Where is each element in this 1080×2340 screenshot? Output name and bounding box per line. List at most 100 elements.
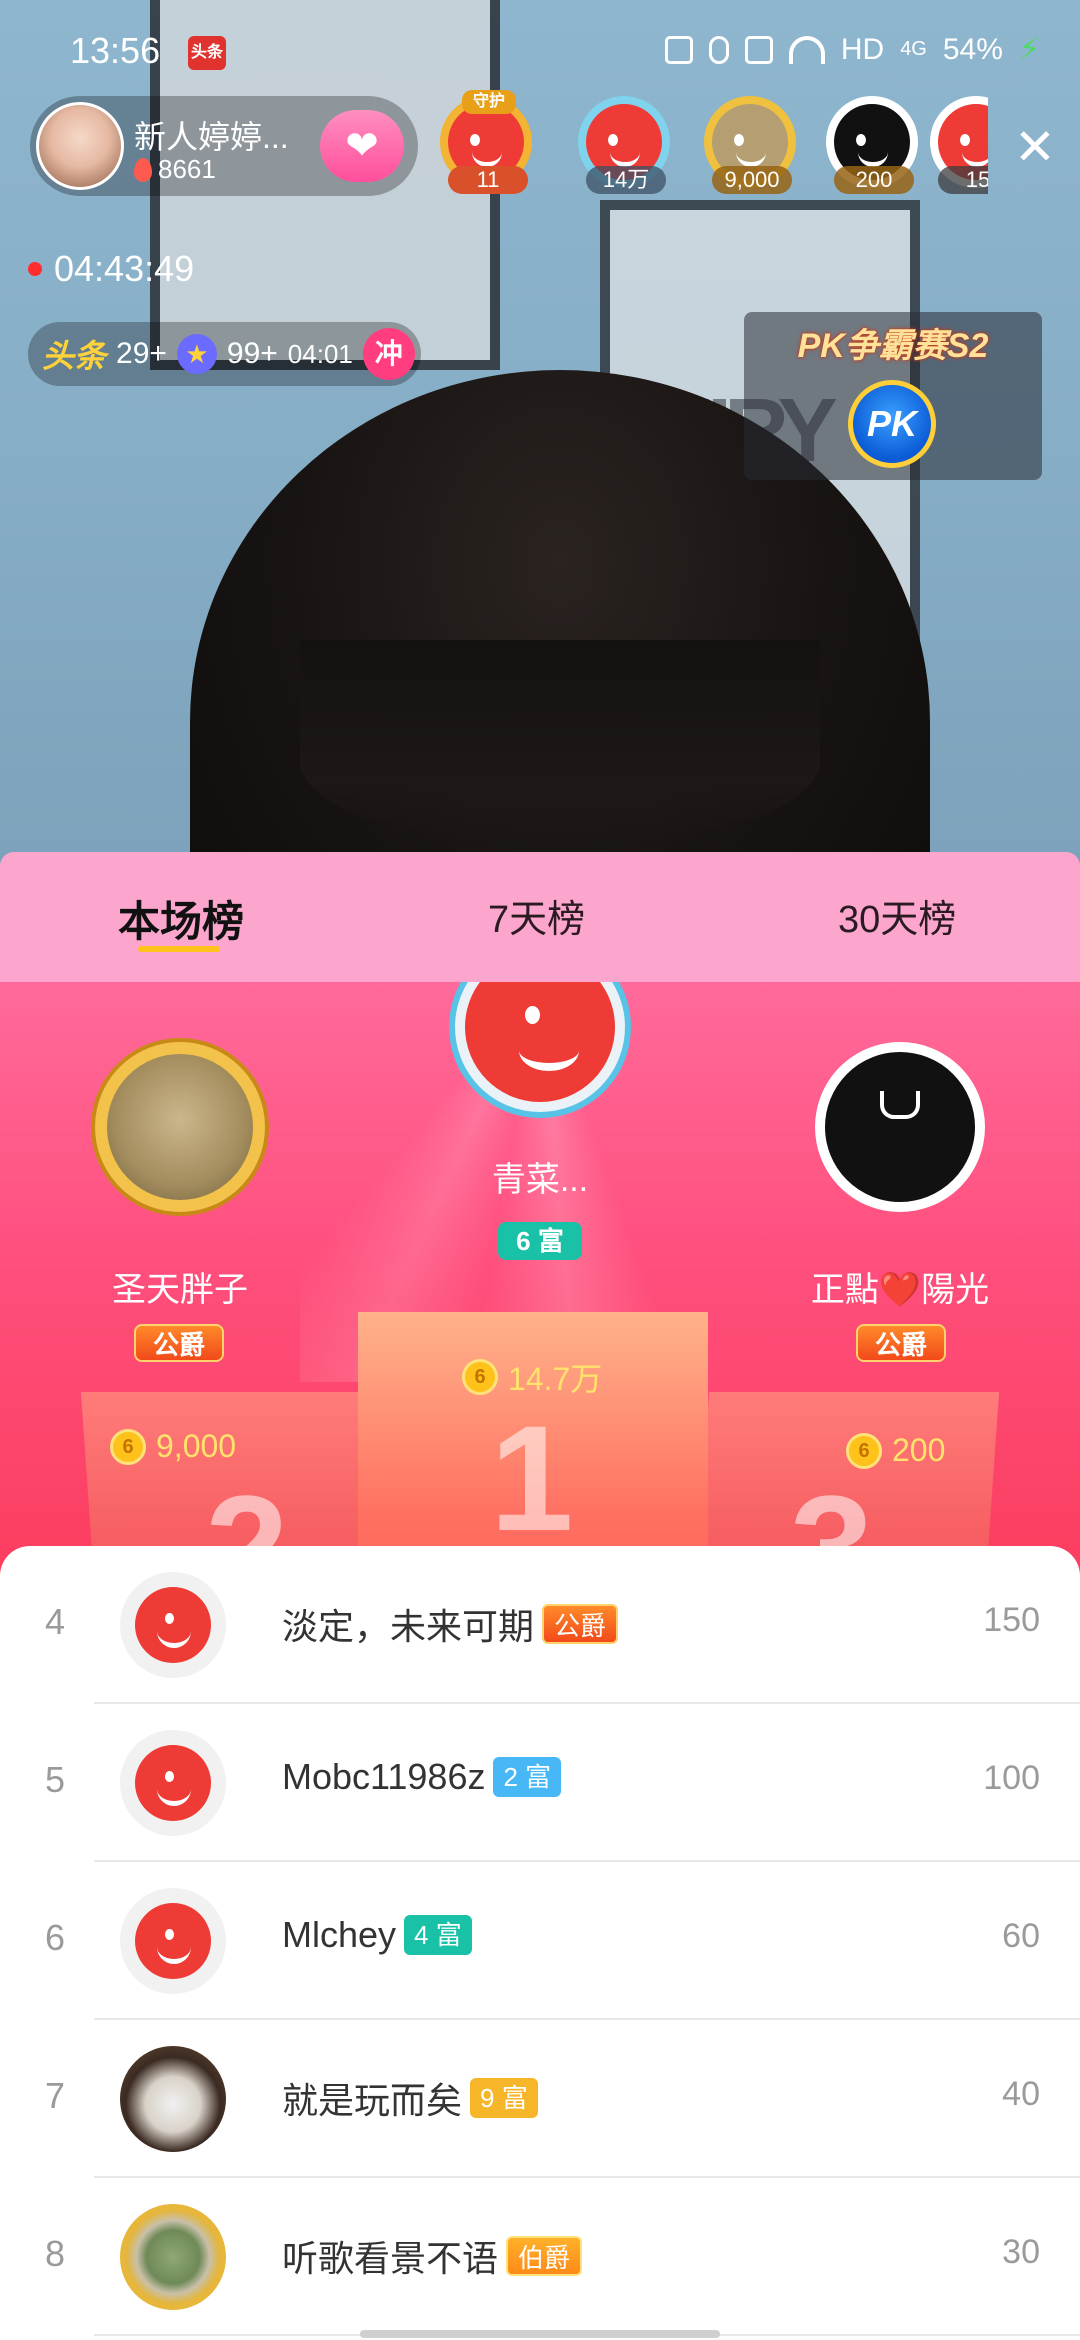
tab-7-days[interactable]: 7天榜 — [488, 888, 585, 943]
list-item[interactable]: 7 就是玩而矣 9 富 40 — [0, 2020, 1080, 2178]
podium-third-score: 6 200 — [846, 1432, 945, 1469]
charging-icon: ⚡ — [1018, 33, 1040, 66]
user-level-badge: 伯爵 — [506, 2236, 583, 2276]
user-name: Mlchey — [282, 1914, 397, 1955]
star-count: 99+ — [226, 337, 278, 370]
podium-second-score-value: 9,000 — [156, 1428, 237, 1464]
host-info-card[interactable]: 新人婷婷... 8661 ❤ — [30, 96, 418, 196]
podium-third-level: 公爵 — [856, 1324, 946, 1362]
user-name-line: 淡定，未来可期 公爵 — [282, 1598, 619, 1650]
audience-badge: 200 — [834, 166, 914, 194]
audience-avatar[interactable]: 14万 — [578, 96, 674, 196]
podium-second-level: 公爵 — [134, 1324, 224, 1362]
rank-tabs: 本场榜 7天榜 30天榜 — [0, 852, 1080, 982]
list-item[interactable]: 8 听歌看景不语 伯爵 30 — [0, 2178, 1080, 2336]
user-avatar[interactable] — [120, 1888, 226, 1994]
podium-number-1: 1 — [490, 1394, 574, 1562]
audience-avatar[interactable]: 200 — [826, 96, 922, 196]
status-time: 13:56 — [70, 30, 161, 71]
user-score: 40 — [1002, 2075, 1040, 2113]
host-popularity: 8661 — [134, 154, 216, 185]
host-avatar[interactable] — [36, 102, 124, 190]
audience-avatar[interactable]: 15 — [930, 96, 988, 196]
podium-third-avatar[interactable] — [815, 1042, 985, 1212]
user-name: Mobc11986z — [282, 1756, 486, 1797]
network-hd-label: HD — [840, 32, 885, 66]
rank-number: 7 — [44, 2075, 66, 2116]
user-score: 30 — [1002, 2233, 1040, 2271]
pk-contest-widget[interactable]: PK争霸赛S2 PK — [744, 312, 1042, 480]
podium-first-level: 6 富 — [498, 1222, 582, 1260]
user-name-line: Mobc11986z 2 富 — [282, 1756, 562, 1798]
star-icon: ★ — [176, 334, 217, 374]
audience-avatar-guard[interactable]: 守护 11 — [440, 90, 536, 196]
user-avatar[interactable] — [120, 1572, 226, 1678]
user-name: 就是玩而矣 — [282, 2080, 463, 2121]
user-name: 听歌看景不语 — [282, 2238, 499, 2279]
user-level-badge: 4 富 — [404, 1915, 472, 1955]
list-item[interactable]: 4 淡定，未来可期 公爵 150 — [0, 1546, 1080, 1704]
list-item[interactable]: 5 Mobc11986z 2 富 100 — [0, 1704, 1080, 1862]
tab-this-session[interactable]: 本场榜 — [118, 888, 244, 949]
wifi-icon — [788, 35, 825, 64]
audience-badge: 11 — [448, 166, 528, 194]
wink-avatar-icon — [135, 1587, 211, 1663]
user-name-line: 听歌看景不语 伯爵 — [282, 2230, 583, 2282]
user-avatar[interactable] — [120, 2204, 226, 2310]
podium-second-avatar[interactable] — [95, 1042, 265, 1212]
pk-contest-title: PK争霸赛S2 — [797, 327, 989, 365]
user-avatar[interactable] — [120, 1730, 226, 1836]
podium-second-score: 6 9,000 — [110, 1428, 236, 1465]
user-score: 150 — [983, 1601, 1040, 1639]
toutiao-count: 29+ — [116, 337, 167, 370]
signal-label: 4G — [900, 38, 927, 60]
rush-button[interactable]: 冲 — [362, 328, 415, 380]
coin-icon: 6 — [846, 1432, 882, 1469]
user-level-badge: 9 富 — [470, 2078, 538, 2118]
status-bar: 13:56 头条 HD 4G 54% ⚡ — [0, 0, 1080, 100]
recording-dot-icon — [28, 262, 42, 276]
podium-first-score: 6 14.7万 — [462, 1354, 602, 1400]
camera-icon — [744, 35, 773, 64]
pk-button[interactable]: PK — [848, 380, 936, 468]
home-indicator[interactable] — [360, 2330, 720, 2338]
user-level-badge: 公爵 — [542, 1604, 619, 1644]
live-tags-bar[interactable]: 头条 29+ ★ 99+ 04:01 冲 — [28, 322, 421, 386]
podium-second-name: 圣天胖子 — [112, 1271, 248, 1309]
podium-third-score-value: 200 — [892, 1432, 946, 1468]
user-score: 100 — [983, 1759, 1040, 1797]
audience-badge: 9,000 — [712, 166, 792, 194]
status-icons: HD 4G 54% ⚡ — [664, 32, 1040, 67]
podium-section: 2 1 3 青菜... 6 富 6 14.7万 圣天胖子 公爵 6 9,000 … — [0, 982, 1080, 1602]
audience-avatar[interactable]: 9,000 — [704, 96, 800, 196]
tab-30-days[interactable]: 30天榜 — [838, 888, 956, 943]
vibrate-icon — [664, 35, 693, 64]
heart-icon: ❤ — [345, 124, 379, 168]
follow-heart-button[interactable]: ❤ — [320, 110, 404, 182]
podium-first-score-value: 14.7万 — [508, 1361, 603, 1397]
ranking-list: 4 淡定，未来可期 公爵 150 5 Mobc11986z 2 富 100 6 … — [0, 1546, 1080, 2340]
user-name-line: 就是玩而矣 9 富 — [282, 2072, 538, 2124]
streamer-fringe — [300, 640, 820, 840]
star-time: 04:01 — [287, 338, 353, 369]
close-icon[interactable]: ✕ — [1012, 122, 1058, 172]
list-item[interactable]: 6 Mlchey 4 富 60 — [0, 1862, 1080, 2020]
coin-icon: 6 — [462, 1359, 498, 1395]
podium-third-name: 正點❤️陽光 — [810, 1271, 990, 1309]
live-duration: 04:43:49 — [28, 248, 194, 290]
cup-logo-icon — [855, 1079, 945, 1175]
user-name-line: Mlchey 4 富 — [282, 1914, 472, 1956]
fire-icon — [134, 157, 152, 182]
wink-avatar-icon — [135, 1745, 211, 1821]
coin-icon: 6 — [110, 1428, 146, 1465]
app-notification-icon: 头条 — [188, 36, 226, 70]
microphone-icon — [708, 35, 729, 64]
audience-badge: 15 — [938, 166, 988, 194]
host-name: 新人婷婷... — [134, 119, 289, 155]
battery-label: 54% — [942, 32, 1003, 66]
user-avatar[interactable] — [120, 2046, 226, 2152]
toutiao-logo: 头条 — [42, 338, 107, 374]
guard-tag: 守护 — [462, 90, 516, 114]
user-score: 60 — [1002, 1917, 1040, 1955]
wink-avatar-icon — [135, 1903, 211, 1979]
